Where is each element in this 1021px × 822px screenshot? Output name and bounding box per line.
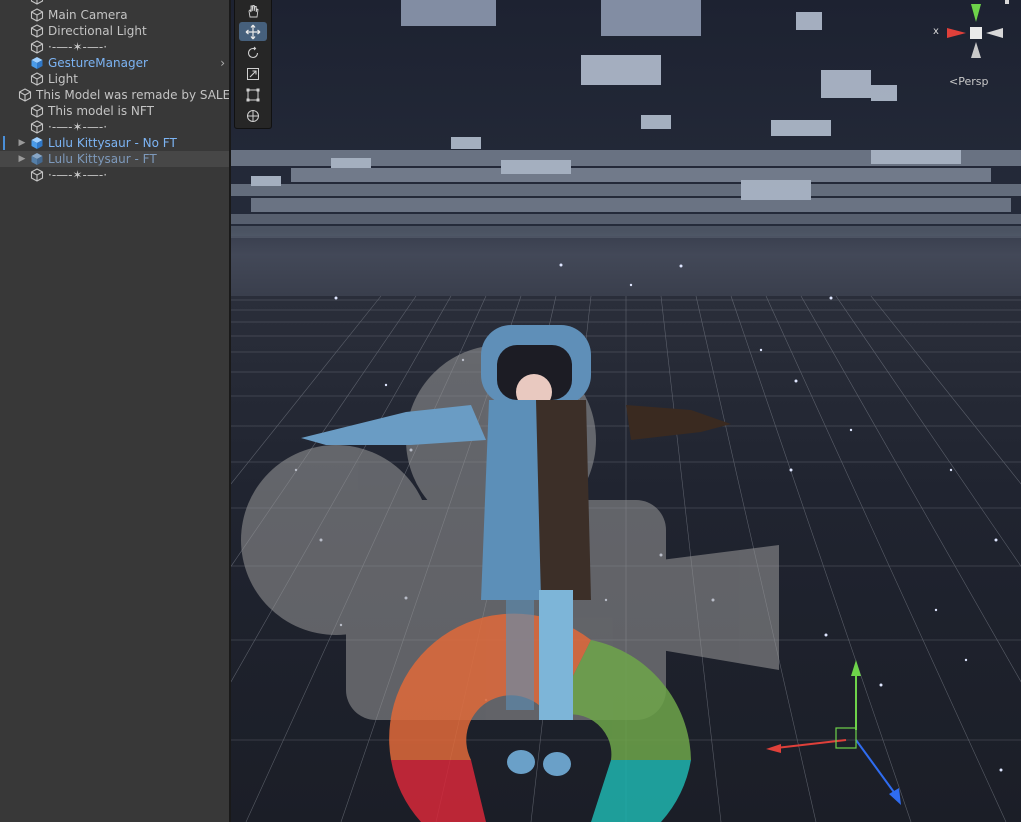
transform-icon	[247, 109, 259, 122]
hierarchy-row-partial[interactable]	[0, 0, 229, 6]
hierarchy-item-label: Main Camera	[48, 8, 128, 22]
rect-icon	[246, 88, 260, 101]
rotate-icon	[247, 46, 259, 58]
move-tool-button[interactable]	[239, 22, 267, 41]
hierarchy-item-label: ·-—-✶-—-·	[48, 168, 108, 182]
scene-view[interactable]: x <Persp	[231, 0, 1021, 822]
prefab-cube-icon	[30, 136, 44, 150]
transform-tool-button[interactable]	[239, 106, 267, 125]
hierarchy-item-label: Lulu Kittysaur - No FT	[48, 136, 177, 150]
gameobject-icon	[30, 120, 44, 134]
gameobject-icon	[30, 168, 44, 182]
hierarchy-item-remade-note[interactable]: This Model was remade by SALE	[0, 87, 229, 103]
prefab-cube-icon	[30, 56, 44, 70]
scale-tool-button[interactable]	[239, 64, 267, 83]
hierarchy-item-nft-note[interactable]: This model is NFT	[0, 103, 229, 119]
scale-icon	[247, 67, 259, 80]
hierarchy-item-label: Lulu Kittysaur - FT	[48, 152, 157, 166]
hierarchy-panel: Main Camera Directional Light ·-—-✶-—-· …	[0, 0, 229, 822]
hierarchy-item-label: ·-—-✶-—-·	[48, 120, 108, 134]
hierarchy-item-lulu-no-ft[interactable]: ▶ Lulu Kittysaur - No FT	[0, 135, 229, 151]
hierarchy-item-label: Directional Light	[48, 24, 147, 38]
gameobject-icon	[30, 8, 44, 22]
gameobject-icon	[30, 0, 44, 5]
gameobject-icon	[30, 40, 44, 54]
hierarchy-item-lulu-ft[interactable]: ▶ Lulu Kittysaur - FT	[0, 151, 229, 167]
move-handle-gizmo	[766, 660, 901, 805]
hierarchy-item-separator[interactable]: ·-—-✶-—-·	[0, 119, 229, 135]
hierarchy-item-label: This Model was remade by SALE	[36, 88, 229, 102]
hierarchy-item-main-camera[interactable]: Main Camera	[0, 7, 229, 23]
move-icon	[245, 24, 261, 39]
orientation-gizmo[interactable]	[931, 0, 1011, 70]
hierarchy-item-gesture-manager[interactable]: GestureManager ›	[0, 55, 229, 71]
scene-canvas	[231, 0, 1021, 822]
rotate-tool-button[interactable]	[239, 43, 267, 62]
hierarchy-item-label: ·-—-✶-—-·	[48, 40, 108, 54]
rect-tool-button[interactable]	[239, 85, 267, 104]
view-mode-label[interactable]: <Persp	[949, 75, 988, 88]
hierarchy-item-label: Light	[48, 72, 78, 86]
prefab-cube-icon	[30, 152, 44, 166]
chevron-left-icon: <	[949, 75, 959, 88]
view-mode-text: Persp	[958, 75, 989, 88]
axis-x-label: x	[933, 26, 939, 37]
hierarchy-item-label: GestureManager	[48, 56, 148, 70]
chevron-right-icon[interactable]: ›	[220, 55, 225, 71]
expand-arrow-icon[interactable]: ▶	[16, 138, 28, 148]
transform-toolbar	[234, 0, 272, 129]
gameobject-icon	[18, 88, 32, 102]
hand-tool-button[interactable]	[239, 1, 267, 20]
hierarchy-item-directional-light[interactable]: Directional Light	[0, 23, 229, 39]
hierarchy-item-separator[interactable]: ·-—-✶-—-·	[0, 167, 229, 183]
gameobject-icon	[30, 72, 44, 86]
gameobject-icon	[30, 24, 44, 38]
gameobject-icon	[30, 104, 44, 118]
hierarchy-item-light[interactable]: Light	[0, 71, 229, 87]
hand-icon	[248, 4, 259, 17]
expand-arrow-icon[interactable]: ▶	[16, 154, 28, 164]
hierarchy-item-separator[interactable]: ·-—-✶-—-·	[0, 39, 229, 55]
voxel-clouds	[231, 0, 1021, 238]
hierarchy-item-label: This model is NFT	[48, 104, 154, 118]
